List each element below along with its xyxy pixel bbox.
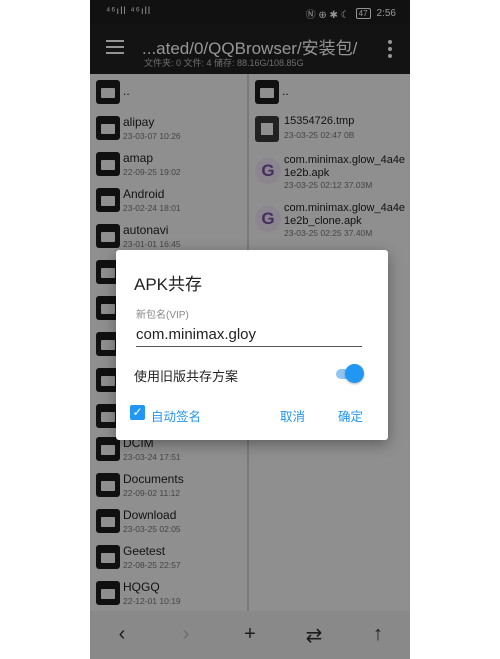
auto-sign-checkbox[interactable]: ✓ <box>130 405 145 420</box>
confirm-button[interactable]: 确定 <box>338 406 363 425</box>
apk-coexist-dialog: APK共存 新包名(VIP) 使用旧版共存方案 ✓ 自动签名 取消 确定 <box>116 250 388 440</box>
package-name-label: 新包名(VIP) <box>136 310 189 321</box>
dialog-title: APK共存 <box>134 275 203 294</box>
phone-screen: ⁴⁶ıll ⁴⁶ıll Ⓝ ⊕ ✱ ☾ 47 2:56 ...ated/0/QQ… <box>90 0 410 659</box>
auto-sign-label[interactable]: 自动签名 <box>151 406 201 425</box>
legacy-scheme-switch[interactable] <box>334 362 364 384</box>
cancel-button[interactable]: 取消 <box>280 406 305 425</box>
legacy-scheme-label: 使用旧版共存方案 <box>134 369 239 384</box>
switch-thumb <box>345 364 364 383</box>
package-name-input[interactable] <box>136 326 362 347</box>
